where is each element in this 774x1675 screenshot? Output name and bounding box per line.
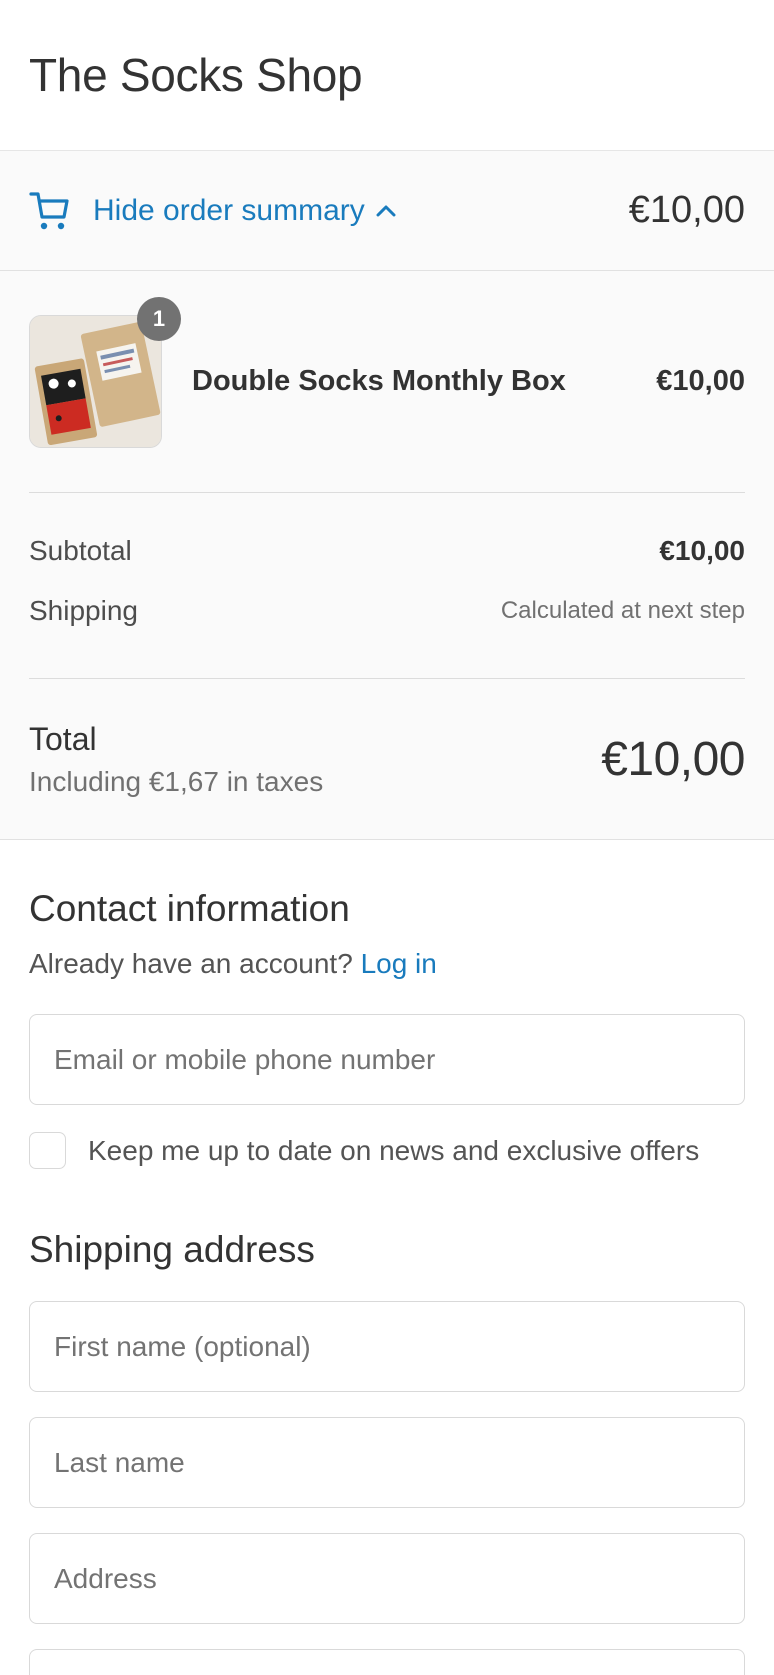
cost-breakdown: Subtotal €10,00 Shipping Calculated at n… (29, 493, 745, 679)
contact-information-title: Contact information (29, 888, 350, 929)
taxes-note: Including €1,67 in taxes (29, 765, 324, 797)
account-prompt-text: Already have an account? (29, 948, 353, 979)
total-label-group: Total Including €1,67 in taxes (29, 721, 323, 798)
next-field-wrapper[interactable] (29, 1649, 745, 1675)
shipping-address-title: Shipping address (29, 1229, 315, 1270)
first-name-field-wrapper[interactable] (29, 1301, 745, 1392)
newsletter-label[interactable]: Keep me up to date on news and exclusive… (88, 1135, 699, 1167)
product-info: 1 Double Socks Monthly Box (29, 297, 566, 448)
newsletter-option[interactable]: Keep me up to date on news and exclusive… (29, 1132, 745, 1169)
subtotal-label: Subtotal (29, 535, 132, 566)
order-summary-total: €10,00 (628, 189, 745, 231)
order-summary-toggle-button[interactable]: Hide order summary (29, 190, 397, 232)
chevron-up-icon (375, 204, 397, 218)
total-value: €10,00 (601, 732, 745, 786)
order-summary-toggle-label[interactable]: Hide order summary (93, 194, 365, 228)
product-price: €10,00 (656, 365, 745, 397)
subtotal-value: €10,00 (659, 535, 745, 566)
last-name-field-wrapper[interactable] (29, 1417, 745, 1508)
checkout-form: Contact information Already have an acco… (0, 888, 774, 1675)
address-field[interactable] (54, 1562, 720, 1595)
product-name: Double Socks Monthly Box (192, 365, 566, 397)
checkout-page: The Socks Shop Hide order summary €10,00 (0, 0, 774, 1675)
shipping-value: Calculated at next step (500, 597, 745, 624)
account-prompt: Already have an account? Log in (29, 948, 745, 980)
first-name-field[interactable] (54, 1330, 720, 1363)
shipping-line: Shipping Calculated at next step (29, 595, 745, 626)
address-field-wrapper[interactable] (29, 1533, 745, 1624)
last-name-field[interactable] (54, 1446, 720, 1479)
shop-title[interactable]: The Socks Shop (29, 48, 363, 102)
total-label: Total (29, 720, 97, 757)
email-field-wrapper[interactable] (29, 1014, 745, 1105)
subtotal-line: Subtotal €10,00 (29, 535, 745, 566)
product-image (29, 315, 162, 448)
product-thumbnail-wrapper: 1 (29, 297, 181, 448)
email-field[interactable] (54, 1043, 720, 1076)
product-row: 1 Double Socks Monthly Box €10,00 (29, 271, 745, 493)
order-summary-toggle[interactable]: Hide order summary €10,00 (0, 151, 774, 271)
log-in-link[interactable]: Log in (361, 948, 437, 979)
total-line: Total Including €1,67 in taxes €10,00 (29, 679, 745, 839)
newsletter-checkbox[interactable] (29, 1132, 66, 1169)
cart-icon (29, 190, 71, 232)
shipping-label: Shipping (29, 595, 138, 626)
page-header: The Socks Shop (0, 0, 774, 151)
quantity-badge: 1 (137, 297, 181, 341)
order-summary: 1 Double Socks Monthly Box €10,00 Subtot… (0, 271, 774, 840)
